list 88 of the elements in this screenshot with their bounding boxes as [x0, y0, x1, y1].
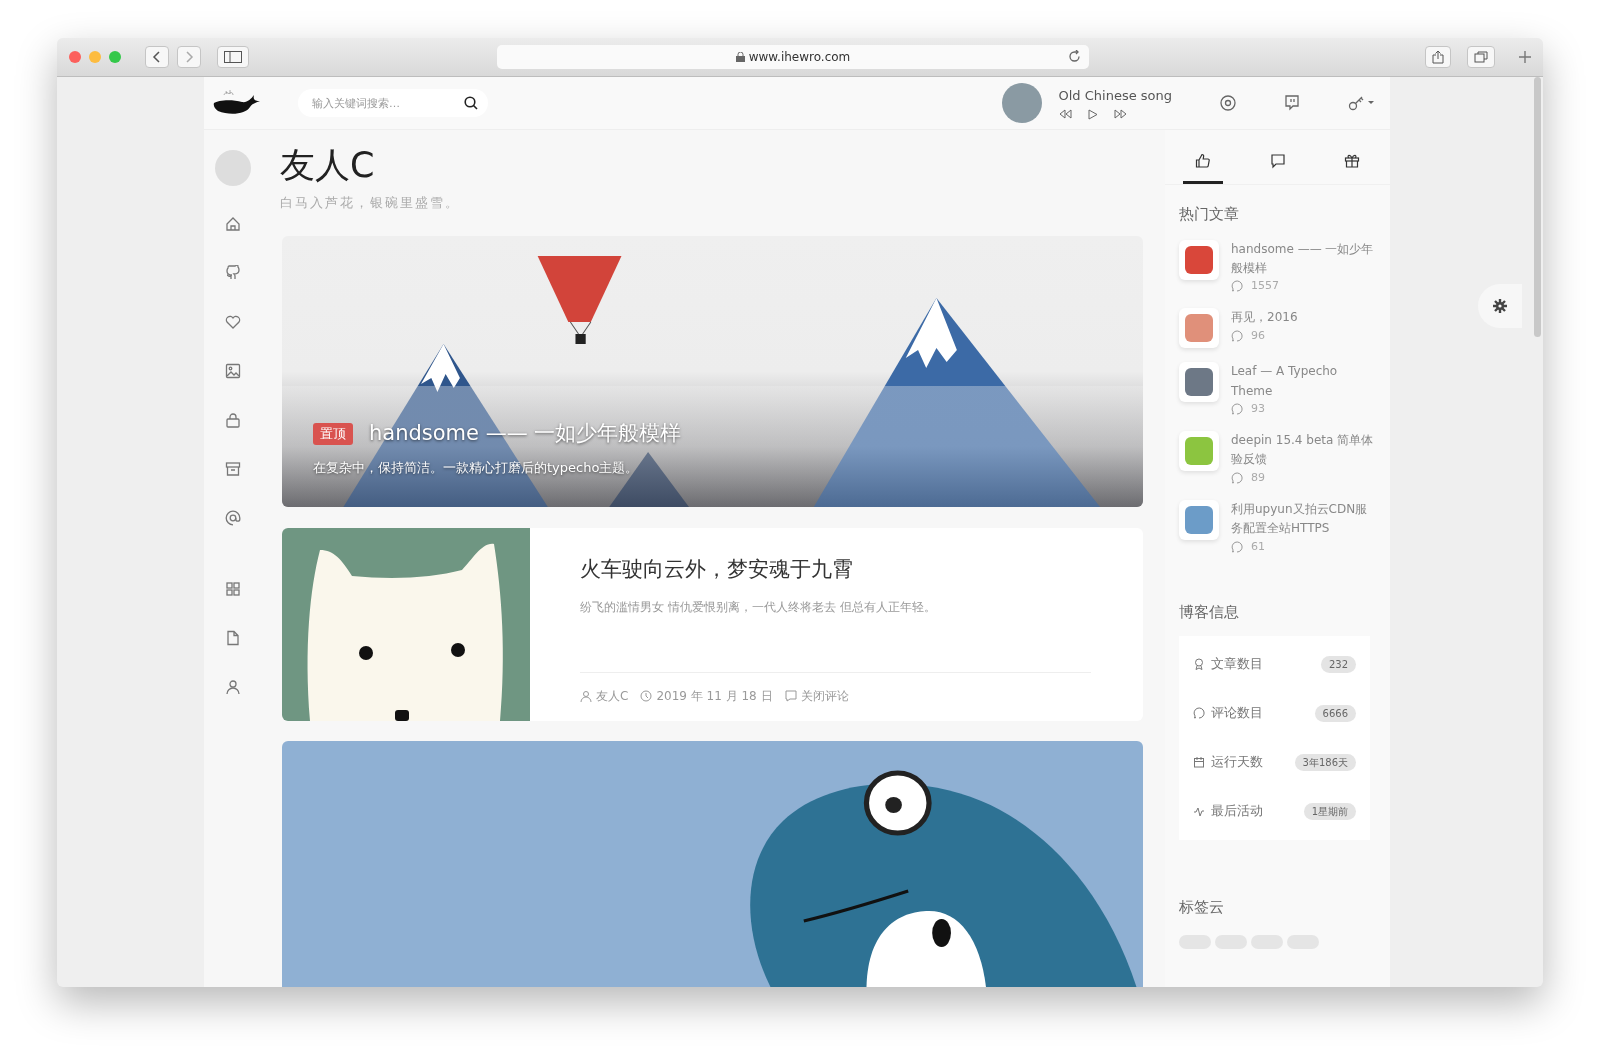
info-label: 评论数目 — [1211, 704, 1263, 723]
lock-icon[interactable] — [225, 412, 241, 428]
info-value: 3年186天 — [1294, 753, 1356, 771]
settings-icon — [1493, 299, 1507, 313]
like-icon — [1195, 153, 1211, 169]
post-date: 2019 年 11 月 18 日 — [656, 688, 773, 705]
chat-icon[interactable] — [1284, 95, 1300, 111]
play-icon[interactable] — [1088, 109, 1099, 121]
thumbnail-placeholder[interactable] — [1185, 314, 1213, 343]
comment-icon — [1231, 329, 1243, 342]
comment-icon — [1231, 471, 1243, 484]
comment-count: 61 — [1251, 538, 1265, 555]
reload-icon[interactable] — [1068, 50, 1081, 63]
blog-subtitle: 白马入芦花，银碗里盛雪。 — [280, 193, 460, 212]
back-button[interactable] — [145, 46, 169, 68]
archive-icon[interactable] — [225, 461, 241, 477]
clock-icon — [640, 690, 653, 702]
hot-post-title[interactable]: 利用upyun又拍云CDN服务配置全站HTTPS — [1231, 500, 1376, 539]
previous-track-icon[interactable] — [1058, 109, 1073, 120]
image-icon[interactable] — [225, 363, 241, 379]
user-icon[interactable] — [225, 679, 241, 695]
scrollbar[interactable] — [1534, 77, 1541, 337]
tabs-icon — [1474, 51, 1488, 63]
comment-count: 96 — [1251, 327, 1265, 344]
url-text: www.ihewro.com — [748, 49, 851, 66]
chevron-left-icon — [152, 51, 160, 63]
person-icon — [580, 690, 592, 702]
comment-icon — [1269, 153, 1286, 169]
share-icon — [1432, 50, 1444, 64]
tabs-overview-button[interactable] — [1467, 46, 1495, 68]
comment-count: 89 — [1251, 469, 1265, 486]
post-excerpt: 纷飞的滥情男女 情仇爱恨别离，一代人终将老去 但总有人正年轻。 — [580, 598, 937, 616]
info-label: 运行天数 — [1211, 753, 1263, 772]
pulse-icon — [1193, 805, 1205, 817]
pinned-badge: 置顶 — [313, 423, 353, 445]
hot-post-title[interactable]: deepin 15.4 beta 简单体验反馈 — [1231, 431, 1376, 470]
heart-icon[interactable] — [225, 314, 241, 330]
post-title[interactable]: 火车驶向云外，梦安魂于九霄 — [580, 554, 1091, 586]
share-button[interactable] — [1425, 46, 1451, 68]
chevron-right-icon — [186, 51, 194, 63]
sidebar-toggle-button[interactable] — [217, 46, 249, 68]
album-cover-placeholder — [1002, 83, 1043, 123]
at-icon[interactable] — [225, 510, 241, 526]
close-window-button[interactable] — [69, 51, 81, 63]
search-field[interactable]: 输入关键词搜索… — [298, 89, 488, 117]
song-title: Old Chinese song — [1058, 86, 1172, 105]
key-icon[interactable] — [1348, 95, 1376, 111]
info-value: 232 — [1320, 655, 1356, 673]
address-bar[interactable]: www.ihewro.com — [497, 45, 1089, 69]
thumbnail-placeholder[interactable] — [1185, 245, 1213, 274]
hot-post-title[interactable]: Leaf — A Typecho Theme — [1231, 362, 1376, 401]
thumbnail-placeholder[interactable] — [1185, 437, 1213, 466]
thumbnail-placeholder[interactable] — [1185, 506, 1213, 535]
comment-icon — [1231, 280, 1243, 293]
settings-button[interactable] — [1478, 284, 1522, 328]
gift-icon — [1344, 153, 1360, 169]
comment-count: 93 — [1251, 400, 1265, 417]
comment-icon — [784, 690, 797, 702]
hot-post-title[interactable]: handsome —— 一如少年般模样 — [1231, 239, 1376, 278]
search-icon[interactable] — [464, 96, 478, 110]
github-icon[interactable] — [225, 265, 241, 281]
comment-count: 1557 — [1251, 277, 1279, 294]
thumbnail-placeholder[interactable] — [1185, 368, 1213, 397]
section-heading: 标签云 — [1178, 896, 1225, 918]
lock-icon — [735, 52, 745, 62]
comment-icon — [1193, 707, 1205, 719]
post-excerpt: 在复杂中，保持简洁。一款精心打磨后的typecho主题。 — [313, 458, 640, 477]
blog-title: 友人C — [280, 146, 376, 185]
comment-status: 关闭评论 — [800, 688, 849, 705]
home-icon[interactable] — [225, 216, 241, 232]
section-heading: 热门文章 — [1178, 204, 1240, 225]
new-tab-icon[interactable] — [1519, 51, 1531, 63]
section-heading: 博客信息 — [1178, 602, 1240, 623]
post-author: 友人C — [596, 688, 629, 705]
info-label: 文章数目 — [1211, 655, 1263, 674]
info-value: 6666 — [1314, 704, 1356, 722]
hot-post-title[interactable]: 再见，2016 — [1231, 308, 1298, 328]
record-icon[interactable] — [1220, 95, 1236, 111]
next-track-icon[interactable] — [1114, 109, 1129, 120]
comment-icon — [1231, 540, 1243, 553]
comment-icon — [1231, 403, 1243, 415]
info-label: 最后活动 — [1211, 802, 1263, 821]
calendar-icon — [1193, 756, 1205, 768]
info-value: 1星期前 — [1303, 802, 1356, 820]
award-icon — [1193, 658, 1205, 670]
file-icon[interactable] — [225, 630, 241, 646]
grid-icon[interactable] — [225, 581, 241, 597]
sidebar-icon — [224, 51, 242, 63]
